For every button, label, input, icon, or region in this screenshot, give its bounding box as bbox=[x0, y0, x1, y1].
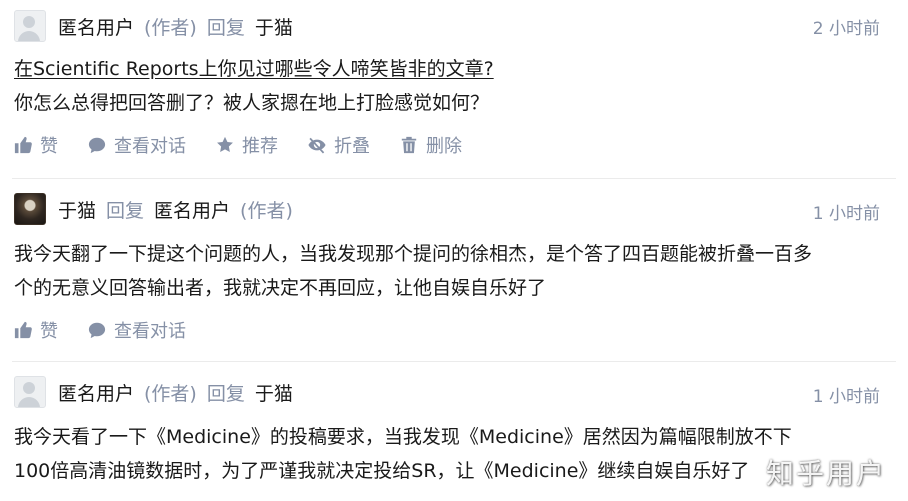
author-name[interactable]: 匿名用户 bbox=[58, 379, 134, 406]
thumbs-up-icon bbox=[14, 136, 32, 154]
comment-header: 匿名用户 (作者) 回复 于猫 bbox=[14, 10, 293, 42]
comment-text-line: 我今天看了一下《Medicine》的投稿要求，当我发现《Medicine》居然因… bbox=[14, 426, 792, 448]
user-avatar[interactable] bbox=[14, 193, 46, 225]
chat-bubble-icon bbox=[88, 322, 106, 339]
comment-item: 匿名用户 (作者) 回复 于猫 2 小时前 在Scientific Report… bbox=[0, 0, 908, 178]
comment-text-line: 个的无意义回答输出者，我就决定不再回应，让他自娱自乐好了 bbox=[14, 277, 547, 299]
comment-text: 你怎么总得把回答删了？被人家摁在地上打脸感觉如何？ bbox=[14, 92, 490, 114]
view-dialog-button[interactable]: 查看对话 bbox=[88, 132, 186, 158]
like-label: 赞 bbox=[40, 136, 58, 157]
question-link[interactable]: 在Scientific Reports上你见过哪些令人啼笑皆非的文章? bbox=[14, 58, 494, 80]
reply-to-name[interactable]: 于猫 bbox=[255, 379, 293, 406]
comment-body: 我今天翻了一下提这个问题的人，当我发现那个提问的徐相杰，是个答了四百题能被折叠一… bbox=[14, 237, 812, 305]
zhihu-watermark: 知乎用户 bbox=[765, 457, 886, 490]
reply-to-tag: (作者) bbox=[240, 199, 293, 222]
recommend-label: 推荐 bbox=[242, 136, 278, 157]
reply-to-name[interactable]: 于猫 bbox=[255, 13, 293, 40]
author-tag: (作者) bbox=[144, 16, 197, 39]
reply-label: 回复 bbox=[106, 199, 145, 222]
view-dialog-label: 查看对话 bbox=[114, 321, 186, 342]
collapse-label: 折叠 bbox=[334, 136, 370, 157]
comment-body: 我今天看了一下《Medicine》的投稿要求，当我发现《Medicine》居然因… bbox=[14, 420, 792, 488]
star-icon bbox=[217, 136, 233, 153]
eye-off-icon bbox=[308, 137, 326, 154]
comment-text-line: 100倍高清油镜数据时，为了严谨我就决定投给SR，让《Medicine》继续自娱… bbox=[14, 460, 750, 482]
author-name[interactable]: 匿名用户 bbox=[58, 13, 134, 40]
comment-body: 在Scientific Reports上你见过哪些令人啼笑皆非的文章? 你怎么总… bbox=[14, 52, 494, 120]
comment-header: 匿名用户 (作者) 回复 于猫 bbox=[14, 376, 293, 408]
collapse-button[interactable]: 折叠 bbox=[308, 132, 370, 158]
anonymous-avatar[interactable] bbox=[14, 376, 46, 408]
author-tag: (作者) bbox=[144, 382, 197, 405]
comment-text-line: 我今天翻了一下提这个问题的人，当我发现那个提问的徐相杰，是个答了四百题能被折叠一… bbox=[14, 243, 813, 265]
comment-actions: 赞 查看对话 推荐 折叠 删除 bbox=[14, 132, 492, 158]
chat-bubble-icon bbox=[88, 137, 106, 154]
reply-to-name[interactable]: 匿名用户 bbox=[154, 196, 230, 223]
delete-button[interactable]: 删除 bbox=[400, 132, 462, 158]
like-button[interactable]: 赞 bbox=[14, 132, 58, 158]
author-name[interactable]: 于猫 bbox=[58, 196, 96, 223]
trash-icon bbox=[401, 136, 417, 154]
comment-time: 1 小时前 bbox=[812, 204, 880, 224]
recommend-button[interactable]: 推荐 bbox=[216, 132, 278, 158]
reply-label: 回复 bbox=[206, 16, 245, 39]
thumbs-up-icon bbox=[14, 321, 32, 339]
like-label: 赞 bbox=[40, 321, 58, 342]
reply-label: 回复 bbox=[206, 382, 245, 405]
view-dialog-button[interactable]: 查看对话 bbox=[88, 317, 186, 343]
comment-header: 于猫 回复 匿名用户 (作者) bbox=[14, 193, 293, 225]
comment-actions: 赞 查看对话 bbox=[14, 317, 216, 343]
comment-item: 于猫 回复 匿名用户 (作者) 1 小时前 我今天翻了一下提这个问题的人，当我发… bbox=[0, 179, 908, 361]
view-dialog-label: 查看对话 bbox=[114, 136, 186, 157]
like-button[interactable]: 赞 bbox=[14, 317, 58, 343]
delete-label: 删除 bbox=[426, 136, 462, 157]
comment-time: 1 小时前 bbox=[812, 387, 880, 407]
comment-time: 2 小时前 bbox=[812, 19, 880, 39]
anonymous-avatar[interactable] bbox=[14, 10, 46, 42]
